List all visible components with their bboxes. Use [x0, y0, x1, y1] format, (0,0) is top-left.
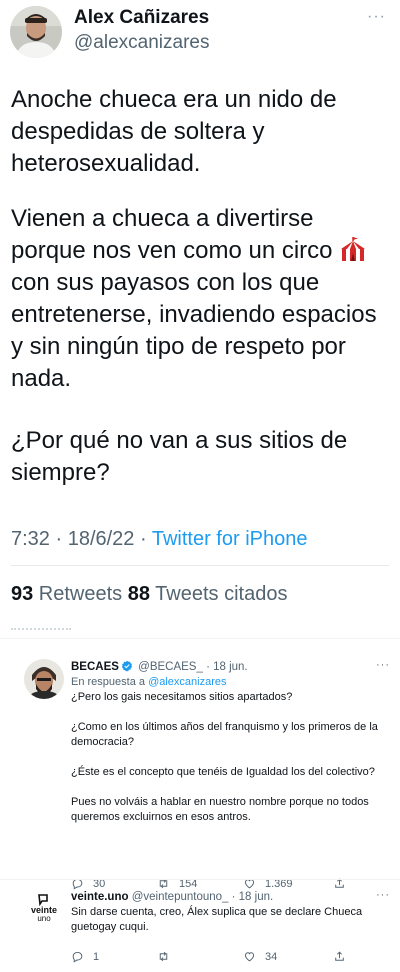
in-reply-prefix: En respuesta a	[71, 676, 149, 688]
reply-actions: 1 34	[71, 950, 391, 968]
reply-header: veinte.uno @veintepuntouno_ · 18 jun.	[71, 889, 389, 905]
tweet-meta: 7:32 · 18/6/22 · Twitter for iPhone	[11, 524, 307, 554]
reply-more-options-icon[interactable]: ···	[376, 659, 390, 671]
reply-display-name[interactable]: veinte.uno	[71, 891, 129, 903]
reply-paragraph: Pues no volváis a hablar en nuestro nomb…	[71, 796, 369, 823]
tweet-paragraph-3: ¿Por qué no van a sus sitios de siempre?	[11, 427, 348, 486]
reply-handle-time[interactable]: @BECAES_ · 18 jun.	[138, 661, 247, 673]
tweet-stats: 93 Retweets 88 Tweets citados	[11, 580, 287, 608]
in-reply-to: En respuesta a @alexcanizares	[71, 675, 389, 690]
avatar-logo-text: uno	[37, 914, 51, 923]
quotes-label[interactable]: Tweets citados	[150, 583, 287, 605]
share-icon	[335, 951, 344, 961]
retweets-count[interactable]: 93	[11, 583, 33, 605]
reply-paragraph: Sin darse cuenta, creo, Álex suplica que…	[71, 906, 363, 933]
reply-paragraph: ¿Como en los últimos años del franquismo…	[71, 721, 378, 748]
reply-display-name[interactable]: BECAES	[71, 661, 119, 673]
quotes-count[interactable]: 88	[128, 583, 150, 605]
replies-section: BECAES @BECAES_ · 18 jun. En respuesta a…	[0, 638, 400, 972]
tweet-paragraph-2-end: con sus payasos con los que entretenerse…	[11, 269, 377, 392]
tweet-paragraph-2: Vienen a chueca a divertirse porque nos …	[11, 203, 391, 395]
tweet-author[interactable]: Alex Cañizares @alexcanizares ···	[10, 6, 390, 58]
reply-handle-time[interactable]: @veintepuntouno_ · 18 jun.	[132, 891, 273, 903]
author-avatar[interactable]	[10, 6, 62, 58]
verified-badge-icon	[121, 660, 133, 672]
in-reply-handle-link[interactable]: @alexcanizares	[148, 676, 226, 688]
author-names: Alex Cañizares @alexcanizares	[74, 6, 209, 56]
comment-icon	[72, 951, 83, 963]
reply-avatar[interactable]	[24, 659, 64, 699]
more-options-icon[interactable]: ···	[367, 8, 386, 26]
author-display-name[interactable]: Alex Cañizares	[74, 6, 209, 30]
reply-body: veinte.uno @veintepuntouno_ · 18 jun. Si…	[71, 889, 389, 935]
reply-count: 1	[93, 950, 100, 963]
reply-avatar[interactable]: veinte uno	[24, 889, 64, 929]
reply-divider	[0, 879, 400, 880]
tweet-paragraph-2-start: Vienen a chueca a divertirse porque nos …	[11, 205, 340, 264]
reply-paragraph: ¿Éste es el concepto que tenéis de Igual…	[71, 766, 375, 778]
like-action[interactable]: 34	[243, 950, 277, 963]
tweet-timestamp[interactable]: 7:32 · 18/6/22 ·	[11, 528, 152, 550]
reply-more-options-icon[interactable]: ···	[376, 889, 390, 901]
cropped-divider	[11, 628, 71, 631]
reply-paragraph: ¿Pero los gais necesitamos sitios aparta…	[71, 691, 293, 703]
author-handle[interactable]: @alexcanizares	[74, 30, 209, 56]
retweet-action[interactable]	[157, 950, 179, 963]
reply-text: ¿Pero los gais necesitamos sitios aparta…	[71, 690, 389, 825]
main-tweet: Alex Cañizares @alexcanizares ··· Anoche…	[0, 0, 400, 632]
like-count: 34	[265, 950, 278, 963]
share-action[interactable]	[333, 950, 346, 963]
tweet-source-link[interactable]: Twitter for iPhone	[152, 528, 308, 550]
reply-body: BECAES @BECAES_ · 18 jun. En respuesta a…	[71, 659, 389, 825]
reply-header: BECAES @BECAES_ · 18 jun.	[71, 659, 389, 675]
retweets-label[interactable]: Retweets	[33, 583, 127, 605]
tweet-paragraph-1: Anoche chueca era un nido de despedidas …	[11, 86, 337, 177]
retweet-icon	[159, 951, 168, 962]
heart-icon	[244, 952, 255, 962]
circus-tent-icon	[339, 236, 367, 262]
divider	[11, 565, 389, 566]
reply-text: Sin darse cuenta, creo, Álex suplica que…	[71, 905, 389, 935]
reply-action[interactable]: 1	[71, 950, 99, 963]
